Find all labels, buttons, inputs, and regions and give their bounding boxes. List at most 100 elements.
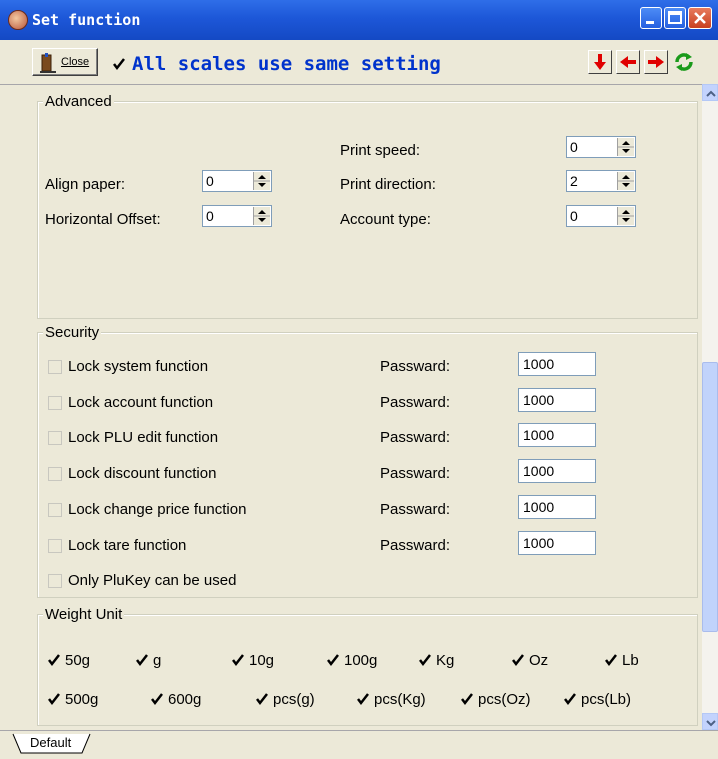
arrow-down-icon (594, 54, 606, 70)
weight-unit-option[interactable]: pcs(g) (255, 690, 315, 708)
maximize-button[interactable] (664, 7, 686, 29)
checkmark-icon (112, 57, 126, 71)
lock-change-price-password-field[interactable]: 1000 (518, 495, 596, 519)
password-value: 1000 (523, 427, 555, 443)
close-window-button[interactable] (688, 7, 712, 29)
checkmark-icon (418, 653, 432, 667)
lock-discount-label: Lock discount function (68, 465, 217, 482)
scroll-down-button[interactable] (702, 713, 718, 730)
password-value: 1000 (523, 499, 555, 515)
lock-tare-password-field[interactable]: 1000 (518, 531, 596, 555)
weight-unit-label: Lb (622, 652, 639, 669)
lock-discount-checkbox[interactable] (48, 467, 62, 481)
lock-discount-password-field[interactable]: 1000 (518, 459, 596, 483)
scroll-thumb[interactable] (702, 362, 718, 632)
lock-account-password-field[interactable]: 1000 (518, 388, 596, 412)
password-label: Passward: (380, 394, 451, 411)
refresh-icon (675, 53, 693, 71)
checkmark-icon (326, 653, 340, 667)
lock-change-price-label: Lock change price function (68, 501, 247, 518)
weight-unit-label: 100g (344, 652, 378, 669)
lock-plu-edit-password-field[interactable]: 1000 (518, 423, 596, 447)
weight-unit-label: 500g (65, 691, 99, 708)
lock-change-price-checkbox[interactable] (48, 503, 62, 517)
only-plukey-label: Only PluKey can be used (68, 572, 237, 589)
weight-unit-label: g (153, 652, 162, 669)
minimize-button[interactable] (640, 7, 662, 29)
title-bar: Set function (0, 0, 718, 40)
print-speed-value: 0 (570, 139, 578, 155)
weight-unit-label: 10g (249, 652, 275, 669)
account-type-value: 0 (570, 208, 578, 224)
spinner-arrows-icon[interactable] (617, 172, 634, 190)
tab-default[interactable]: Default (12, 733, 91, 754)
horizontal-offset-spinner[interactable]: 0 (202, 205, 272, 227)
checkmark-icon (150, 692, 164, 706)
account-type-spinner[interactable]: 0 (566, 205, 636, 227)
weight-unit-option[interactable]: 50g (47, 651, 90, 669)
print-speed-spinner[interactable]: 0 (566, 136, 636, 158)
weight-unit-option[interactable]: 100g (326, 651, 377, 669)
print-speed-label: Print speed: (340, 142, 421, 159)
vertical-scrollbar[interactable] (702, 84, 718, 730)
lock-system-password-field[interactable]: 1000 (518, 352, 596, 376)
print-direction-value: 2 (570, 173, 578, 189)
spinner-arrows-icon[interactable] (617, 207, 634, 225)
lock-system-checkbox[interactable] (48, 360, 62, 374)
lock-account-checkbox[interactable] (48, 396, 62, 410)
lock-tare-label: Lock tare function (68, 537, 187, 554)
weight-unit-option[interactable]: pcs(Oz) (460, 690, 531, 708)
lock-system-label: Lock system function (68, 358, 209, 375)
door-icon (40, 53, 56, 73)
app-icon (8, 10, 28, 30)
move-right-button[interactable] (644, 50, 668, 74)
weight-unit-option[interactable]: 600g (150, 690, 201, 708)
checkmark-icon (563, 692, 577, 706)
print-direction-spinner[interactable]: 2 (566, 170, 636, 192)
arrow-left-icon (620, 56, 636, 68)
tab-default-label: Default (30, 735, 72, 750)
window-title: Set function (32, 11, 141, 29)
chevron-up-icon (706, 90, 716, 97)
checkmark-icon (47, 692, 61, 706)
lock-tare-checkbox[interactable] (48, 539, 62, 553)
close-button[interactable]: Close (32, 48, 98, 76)
password-label: Passward: (380, 537, 451, 554)
weight-unit-label: Oz (529, 652, 549, 669)
password-label: Passward: (380, 429, 451, 446)
weight-unit-label: 50g (65, 652, 91, 669)
password-label: Passward: (380, 358, 451, 375)
refresh-button[interactable] (672, 50, 696, 74)
align-paper-spinner[interactable]: 0 (202, 170, 272, 192)
checkmark-icon (356, 692, 370, 706)
weight-unit-label: pcs(Oz) (478, 691, 531, 708)
weight-unit-group (37, 614, 698, 726)
lock-plu-edit-label: Lock PLU edit function (68, 429, 219, 446)
checkmark-icon (47, 653, 61, 667)
weight-unit-option[interactable]: pcs(Kg) (356, 690, 426, 708)
advanced-group-title: Advanced (43, 93, 114, 110)
weight-unit-label: Kg (436, 652, 455, 669)
lock-plu-edit-checkbox[interactable] (48, 431, 62, 445)
password-value: 1000 (523, 535, 555, 551)
weight-unit-option[interactable]: g (135, 651, 161, 669)
weight-unit-option[interactable]: 500g (47, 690, 98, 708)
checkmark-icon (231, 653, 245, 667)
weight-unit-option[interactable]: Lb (604, 651, 639, 669)
weight-unit-option[interactable]: 10g (231, 651, 274, 669)
print-direction-label: Print direction: (340, 176, 436, 193)
only-plukey-checkbox[interactable] (48, 574, 62, 588)
move-down-button[interactable] (588, 50, 612, 74)
spinner-arrows-icon[interactable] (253, 172, 270, 190)
weight-unit-option[interactable]: pcs(Lb) (563, 690, 631, 708)
weight-unit-option[interactable]: Kg (418, 651, 454, 669)
align-paper-label: Align paper: (45, 176, 126, 193)
scroll-up-button[interactable] (702, 84, 718, 101)
move-left-button[interactable] (616, 50, 640, 74)
weight-unit-label: pcs(Kg) (374, 691, 426, 708)
password-label: Passward: (380, 501, 451, 518)
spinner-arrows-icon[interactable] (617, 138, 634, 156)
weight-unit-label: pcs(Lb) (581, 691, 632, 708)
weight-unit-option[interactable]: Oz (511, 651, 548, 669)
spinner-arrows-icon[interactable] (253, 207, 270, 225)
